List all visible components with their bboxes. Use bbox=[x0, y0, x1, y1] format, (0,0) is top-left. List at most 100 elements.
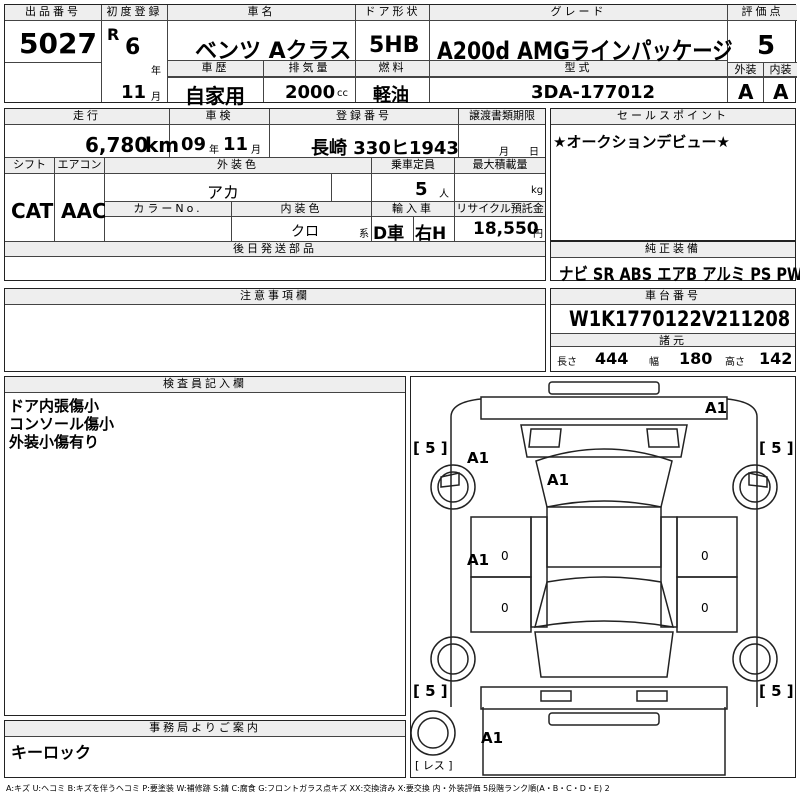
damage-front: A1 bbox=[705, 399, 728, 417]
capacity-label: 乗車定員 bbox=[372, 158, 454, 174]
width-value: 180 bbox=[679, 349, 713, 368]
insp-year-unit: 年 bbox=[209, 145, 219, 156]
zero-mark-right-2: 0 bbox=[701, 601, 709, 615]
recycle-fee: 18,550 bbox=[473, 219, 539, 239]
ext-color-label: 外装色 bbox=[105, 158, 371, 174]
notes-block: 注意事項欄 bbox=[4, 288, 546, 372]
fuel-label: 燃料 bbox=[356, 61, 429, 77]
inspector-block: 検査員記入欄 ドア内張傷小 コンソール傷小 外装小傷有り bbox=[4, 376, 406, 716]
mileage: 6,780 bbox=[85, 133, 149, 157]
office-text: キーロック bbox=[11, 743, 92, 762]
width-label: 幅 bbox=[649, 357, 659, 368]
first-reg-month: 11 bbox=[121, 82, 147, 103]
steering: 右H bbox=[415, 224, 447, 244]
year-unit: 年 bbox=[151, 66, 161, 77]
ext-label: 外装 bbox=[728, 63, 763, 77]
damage-door: A1 bbox=[467, 551, 490, 569]
grade-label: グレード bbox=[430, 5, 727, 21]
length-value: 444 bbox=[595, 349, 629, 368]
plate-label: 登録番号 bbox=[270, 109, 458, 125]
lot-label: 出品番号 bbox=[5, 5, 101, 21]
door-type: 5HB bbox=[369, 33, 420, 58]
insp-year: 09 bbox=[181, 134, 207, 155]
first-reg-year: 6 bbox=[125, 35, 141, 60]
int-color-label: 内装色 bbox=[232, 202, 371, 217]
ac: AAC bbox=[61, 199, 107, 223]
details-block: 走行 車検 登録番号 譲渡書類期限 6,780 km 09 年 11 月 長崎 … bbox=[4, 108, 546, 281]
int-color: クロ bbox=[291, 224, 319, 240]
int-label: 内装 bbox=[764, 63, 797, 77]
chassis-number: W1K1770122V211208 bbox=[569, 307, 791, 331]
import-label: 輸入車 bbox=[372, 202, 454, 217]
max-load-label: 最大積載量 bbox=[455, 158, 545, 174]
history: 自家用 bbox=[185, 84, 245, 108]
chassis-label: 車台番号 bbox=[551, 289, 795, 305]
transfer-label: 譲渡書類期限 bbox=[459, 109, 545, 125]
car-name-label: 車名 bbox=[168, 5, 355, 21]
damage-rear: A1 bbox=[481, 729, 504, 747]
spec-label: 諸元 bbox=[551, 333, 795, 347]
displacement: 2000 bbox=[285, 82, 336, 103]
int-color-suffix: 系 bbox=[359, 229, 369, 240]
door-label: ドア形状 bbox=[356, 5, 429, 21]
car-diagram: [ 5 ] [ 5 ] [ 5 ] [ 5 ] A1 A1 A1 A1 A1 0… bbox=[410, 376, 796, 778]
height-value: 142 bbox=[759, 349, 793, 368]
mileage-unit: km bbox=[145, 133, 180, 157]
damage-fender: A1 bbox=[467, 449, 490, 467]
shift-label: シフト bbox=[5, 158, 54, 174]
lot-number: 5027 bbox=[19, 27, 97, 60]
displacement-unit: cc bbox=[337, 88, 348, 99]
grade: A200d AMGラインパッケージ bbox=[437, 37, 733, 65]
inspection-label: 車検 bbox=[170, 109, 269, 125]
zero-mark-left-2: 0 bbox=[501, 601, 509, 615]
height-label: 高さ bbox=[725, 357, 745, 368]
score-label: 評価点 bbox=[728, 5, 797, 21]
insp-month: 11 bbox=[223, 134, 249, 155]
car-name: ベンツ Aクラス bbox=[195, 39, 352, 64]
notes-label: 注意事項欄 bbox=[5, 289, 545, 305]
ac-label: エアコン bbox=[55, 158, 104, 174]
color-no-label: カラーNo. bbox=[105, 202, 231, 217]
spare-tire-label: [ レス ] bbox=[415, 759, 453, 772]
recycle-label: リサイクル預託金 bbox=[455, 202, 545, 217]
tire-front-left: [ 5 ] bbox=[413, 439, 448, 457]
import-type: D車 bbox=[373, 224, 405, 244]
legend: A:キズ U:ヘコミ B:キズを伴うヘコミ P:要塗装 W:補修跡 S:錆 C:… bbox=[6, 784, 610, 793]
capacity: 5 bbox=[415, 179, 428, 200]
tire-front-right: [ 5 ] bbox=[759, 439, 794, 457]
equipment-block: 純正装備 ナビ SR ABS エアB アルミ PS PW bbox=[550, 241, 800, 285]
sales-point-block: セールスポイント ★オークションデビュー★ bbox=[550, 108, 796, 241]
model-code: 3DA-177012 bbox=[531, 82, 656, 103]
first-reg-label: 初度登録 bbox=[102, 5, 167, 21]
car-outline-svg bbox=[411, 381, 778, 776]
sales-point-label: セールスポイント bbox=[551, 109, 795, 125]
tire-rear-left: [ 5 ] bbox=[413, 682, 448, 700]
zero-mark-left: 0 bbox=[501, 549, 509, 563]
header-block: 出品番号 初度登録 車名 ドア形状 グレード 評価点 車歴 排気量 燃料 型式 … bbox=[4, 4, 797, 108]
month-unit: 月 bbox=[151, 92, 161, 103]
zero-mark-right: 0 bbox=[701, 549, 709, 563]
damage-hood: A1 bbox=[547, 471, 570, 489]
fuel: 軽油 bbox=[373, 85, 409, 106]
inspector-line-3: 外装小傷有り bbox=[9, 433, 100, 451]
score: 5 bbox=[757, 31, 776, 61]
recycle-unit: 円 bbox=[533, 229, 543, 240]
capacity-unit: 人 bbox=[439, 189, 449, 200]
chassis-block: 車台番号 W1K1770122V211208 諸元 長さ 444 幅 180 高… bbox=[550, 288, 796, 372]
equipment-label: 純正装備 bbox=[551, 242, 795, 258]
length-label: 長さ bbox=[557, 357, 577, 368]
transfer-month: 月 bbox=[499, 147, 509, 158]
max-load-unit: kg bbox=[531, 185, 544, 196]
shift: CAT bbox=[11, 199, 54, 223]
mileage-label: 走行 bbox=[5, 109, 169, 125]
insp-month-unit: 月 bbox=[251, 145, 261, 156]
office-label: 事務局よりご案内 bbox=[5, 721, 405, 737]
sales-point-text: ★オークションデビュー★ bbox=[553, 133, 730, 151]
later-parts-label: 後日発送部品 bbox=[5, 242, 545, 257]
era: R bbox=[107, 25, 120, 44]
transfer-day: 日 bbox=[529, 147, 539, 158]
plate-number: 長崎 330ヒ1943 bbox=[311, 138, 459, 159]
ext-grade: A bbox=[738, 80, 754, 104]
int-grade: A bbox=[773, 80, 789, 104]
office-block: 事務局よりご案内 キーロック bbox=[4, 720, 406, 778]
